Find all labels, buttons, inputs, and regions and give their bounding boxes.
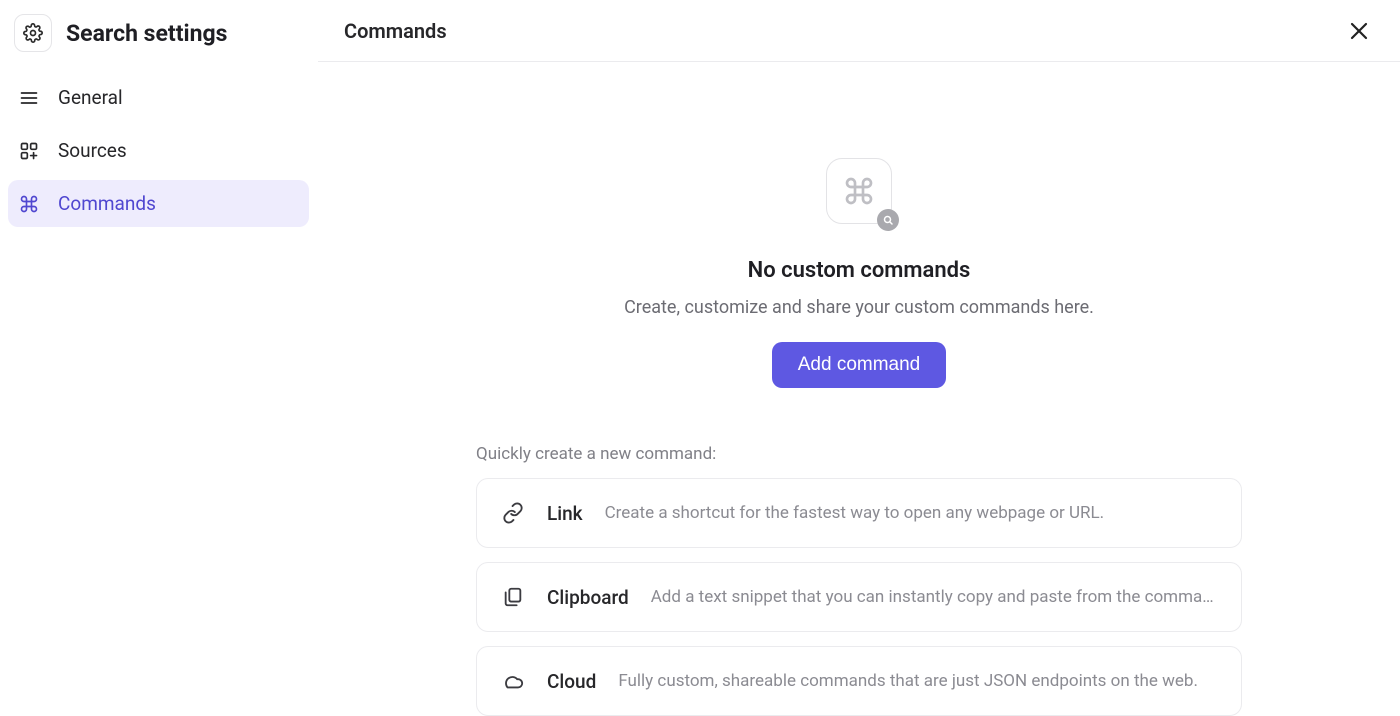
close-button[interactable] [1344, 16, 1374, 46]
option-description: Add a text snippet that you can instantl… [651, 587, 1217, 607]
sidebar-item-label: Commands [58, 192, 156, 215]
sidebar-item-general[interactable]: General [8, 74, 309, 121]
add-command-button[interactable]: Add command [772, 342, 947, 388]
empty-subtitle: Create, customize and share your custom … [624, 297, 1094, 318]
close-icon [1347, 19, 1371, 43]
quick-option-clipboard[interactable]: Clipboard Add a text snippet that you ca… [476, 562, 1242, 632]
quick-option-cloud[interactable]: Cloud Fully custom, shareable commands t… [476, 646, 1242, 716]
sidebar-header: Search settings [8, 10, 309, 68]
sidebar-item-label: General [58, 86, 123, 109]
option-title: Link [547, 502, 583, 525]
cloud-icon [501, 669, 525, 693]
gear-icon [14, 14, 52, 52]
sidebar-item-sources[interactable]: Sources [8, 127, 309, 174]
quick-option-link[interactable]: Link Create a shortcut for the fastest w… [476, 478, 1242, 548]
option-title: Clipboard [547, 586, 629, 609]
sidebar-title: Search settings [66, 20, 227, 47]
link-icon [501, 501, 525, 525]
option-description: Create a shortcut for the fastest way to… [605, 503, 1217, 523]
lines-icon [18, 87, 40, 109]
main-header: Commands [318, 0, 1400, 62]
search-badge-icon [877, 209, 899, 231]
empty-state: No custom commands Create, customize and… [624, 158, 1094, 388]
empty-command-icon [826, 158, 892, 224]
command-icon [18, 193, 40, 215]
settings-sidebar: Search settings General Sources Commands [0, 0, 318, 716]
option-description: Fully custom, shareable commands that ar… [618, 671, 1217, 691]
option-title: Cloud [547, 670, 596, 693]
quick-create-label: Quickly create a new command: [476, 444, 1242, 464]
main-panel: Commands No custom commands Create, cust… [318, 0, 1400, 716]
sidebar-item-commands[interactable]: Commands [8, 180, 309, 227]
quick-create-section: Quickly create a new command: Link Creat… [476, 444, 1242, 716]
clipboard-icon [501, 585, 525, 609]
page-title: Commands [344, 19, 447, 43]
sidebar-item-label: Sources [58, 139, 127, 162]
empty-title: No custom commands [748, 258, 971, 283]
content-area: No custom commands Create, customize and… [318, 62, 1400, 716]
grid-plus-icon [18, 140, 40, 162]
